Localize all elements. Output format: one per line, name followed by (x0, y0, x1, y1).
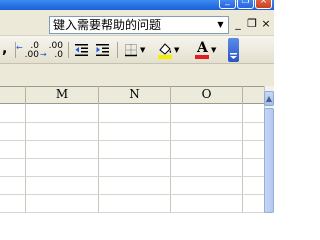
decrease-decimal-bottom: .0 (54, 50, 63, 60)
column-header-m[interactable]: M (25, 86, 98, 104)
fill-color-dropdown-arrow-icon[interactable]: ▼ (174, 40, 179, 60)
arrow-left-icon: ← (16, 43, 23, 52)
borders-icon[interactable]: ▼ (123, 40, 145, 60)
column-header-o[interactable]: O (170, 86, 242, 104)
window-minimize-button[interactable]: _ (219, 0, 236, 9)
decrease-indent-icon[interactable] (73, 40, 91, 60)
column-header-p[interactable] (242, 86, 264, 104)
font-color-dropdown-arrow-icon[interactable]: ▼ (211, 40, 216, 60)
scroll-thumb[interactable] (264, 108, 274, 213)
grid-line (0, 122, 264, 123)
grid-line (0, 158, 264, 159)
grid-line (0, 194, 264, 195)
toolbar-separator (117, 42, 118, 58)
workbook-minimize-button[interactable]: _ (232, 15, 244, 33)
workbook-close-button[interactable]: × (260, 15, 272, 33)
fill-color-swatch (158, 55, 172, 59)
decrease-decimal-icon[interactable]: → .00 .0 (40, 40, 64, 60)
increase-indent-icon[interactable] (94, 40, 112, 60)
scroll-up-button[interactable]: ▲ (264, 91, 274, 106)
increase-decimal-bottom: .00 (24, 50, 39, 60)
toolbar-separator (68, 42, 69, 58)
increase-decimal-icon[interactable]: ← .0 .00 (16, 40, 40, 60)
comma-style-icon[interactable]: , (2, 40, 12, 60)
fill-color-icon[interactable]: ▼ (156, 40, 180, 60)
font-color-icon[interactable]: A ▼ (194, 40, 218, 60)
grid-line (0, 212, 264, 213)
arrow-right-icon: → (40, 50, 47, 59)
grid-line (0, 140, 264, 141)
column-header-n[interactable]: N (98, 86, 170, 104)
window-restore-button[interactable]: ❐ (237, 0, 254, 9)
help-dropdown-arrow-icon[interactable]: ▼ (213, 17, 228, 33)
borders-dropdown-arrow-icon[interactable]: ▼ (140, 40, 145, 60)
workbook-restore-button[interactable]: ❐ (246, 15, 258, 33)
font-color-swatch (195, 55, 209, 59)
formula-area (0, 64, 274, 86)
toolbar-options-icon[interactable] (228, 38, 239, 62)
help-search-input[interactable]: 键入需要帮助的问题 (53, 16, 161, 34)
window-close-button[interactable]: × (255, 0, 272, 9)
grid-line (0, 176, 264, 177)
